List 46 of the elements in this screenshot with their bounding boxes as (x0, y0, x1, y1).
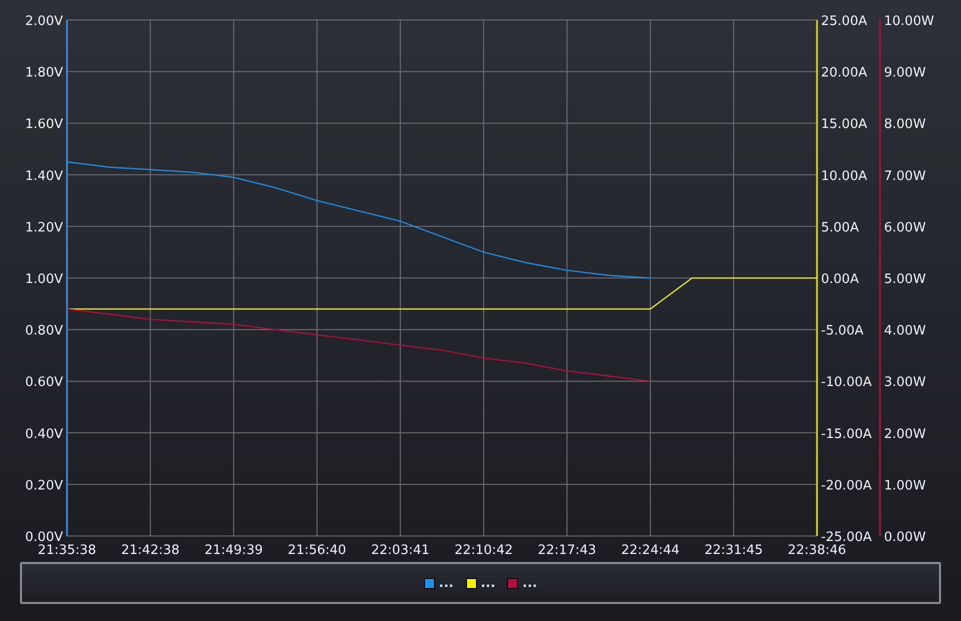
tick-label: 22:24:44 (621, 543, 680, 558)
tick-label: 1.80V (25, 66, 63, 81)
tick-label: 8.00W (884, 117, 926, 132)
tick-label: 22:38:46 (788, 543, 846, 558)
tick-label: 1.60V (25, 117, 63, 132)
tick-label: 6.00W (884, 220, 926, 236)
tick-label: 3.00W (884, 375, 926, 390)
tick-label: 7.00W (884, 168, 926, 184)
tick-label: -10.00A (821, 375, 872, 390)
tick-label: 4.00W (884, 324, 926, 339)
tick-label: 0.20V (25, 478, 63, 494)
tick-label: -5.00A (821, 324, 864, 339)
tick-label: 0.80V (25, 324, 63, 339)
tick-label: 10.00W (884, 14, 934, 29)
tick-label: 1.00V (25, 272, 63, 287)
legend-label[interactable]: ... (480, 576, 496, 590)
tick-label: 25.00A (821, 14, 868, 29)
tick-label: 21:42:38 (121, 543, 180, 558)
tick-label: 10.00A (821, 168, 868, 184)
tick-label: 15.00A (821, 117, 868, 132)
tick-label: 9.00W (884, 66, 926, 81)
tick-label: 1.00W (884, 478, 926, 494)
tick-label: 0.40V (25, 426, 63, 442)
legend-label[interactable]: ... (522, 576, 538, 590)
tick-label: 22:31:45 (704, 543, 763, 558)
legend-label[interactable]: ... (438, 576, 454, 590)
tick-label: 0.00W (884, 530, 926, 545)
tick-label: 21:35:38 (38, 543, 96, 558)
tick-label: -15.00A (821, 426, 872, 442)
tick-label: -20.00A (821, 478, 872, 494)
tick-label: 5.00A (821, 220, 859, 236)
tick-label: 1.20V (25, 220, 63, 236)
tick-label: 2.00W (884, 426, 926, 442)
tick-label: 22:03:41 (371, 543, 430, 558)
tick-label: 21:56:40 (288, 543, 346, 558)
tick-label: 22:17:43 (538, 543, 596, 558)
tick-label: 5.00W (884, 272, 926, 287)
tick-label: 1.40V (25, 168, 63, 184)
tick-label: 0.60V (25, 375, 63, 390)
tick-label: 0.00V (25, 530, 63, 545)
tick-label: 20.00A (821, 66, 868, 81)
tick-label: 2.00V (25, 14, 63, 29)
tick-label: 0.00A (821, 272, 859, 287)
tick-label: -25.00A (821, 530, 872, 545)
tick-label: 22:10:42 (454, 543, 513, 558)
tick-label: 21:49:39 (204, 543, 263, 558)
